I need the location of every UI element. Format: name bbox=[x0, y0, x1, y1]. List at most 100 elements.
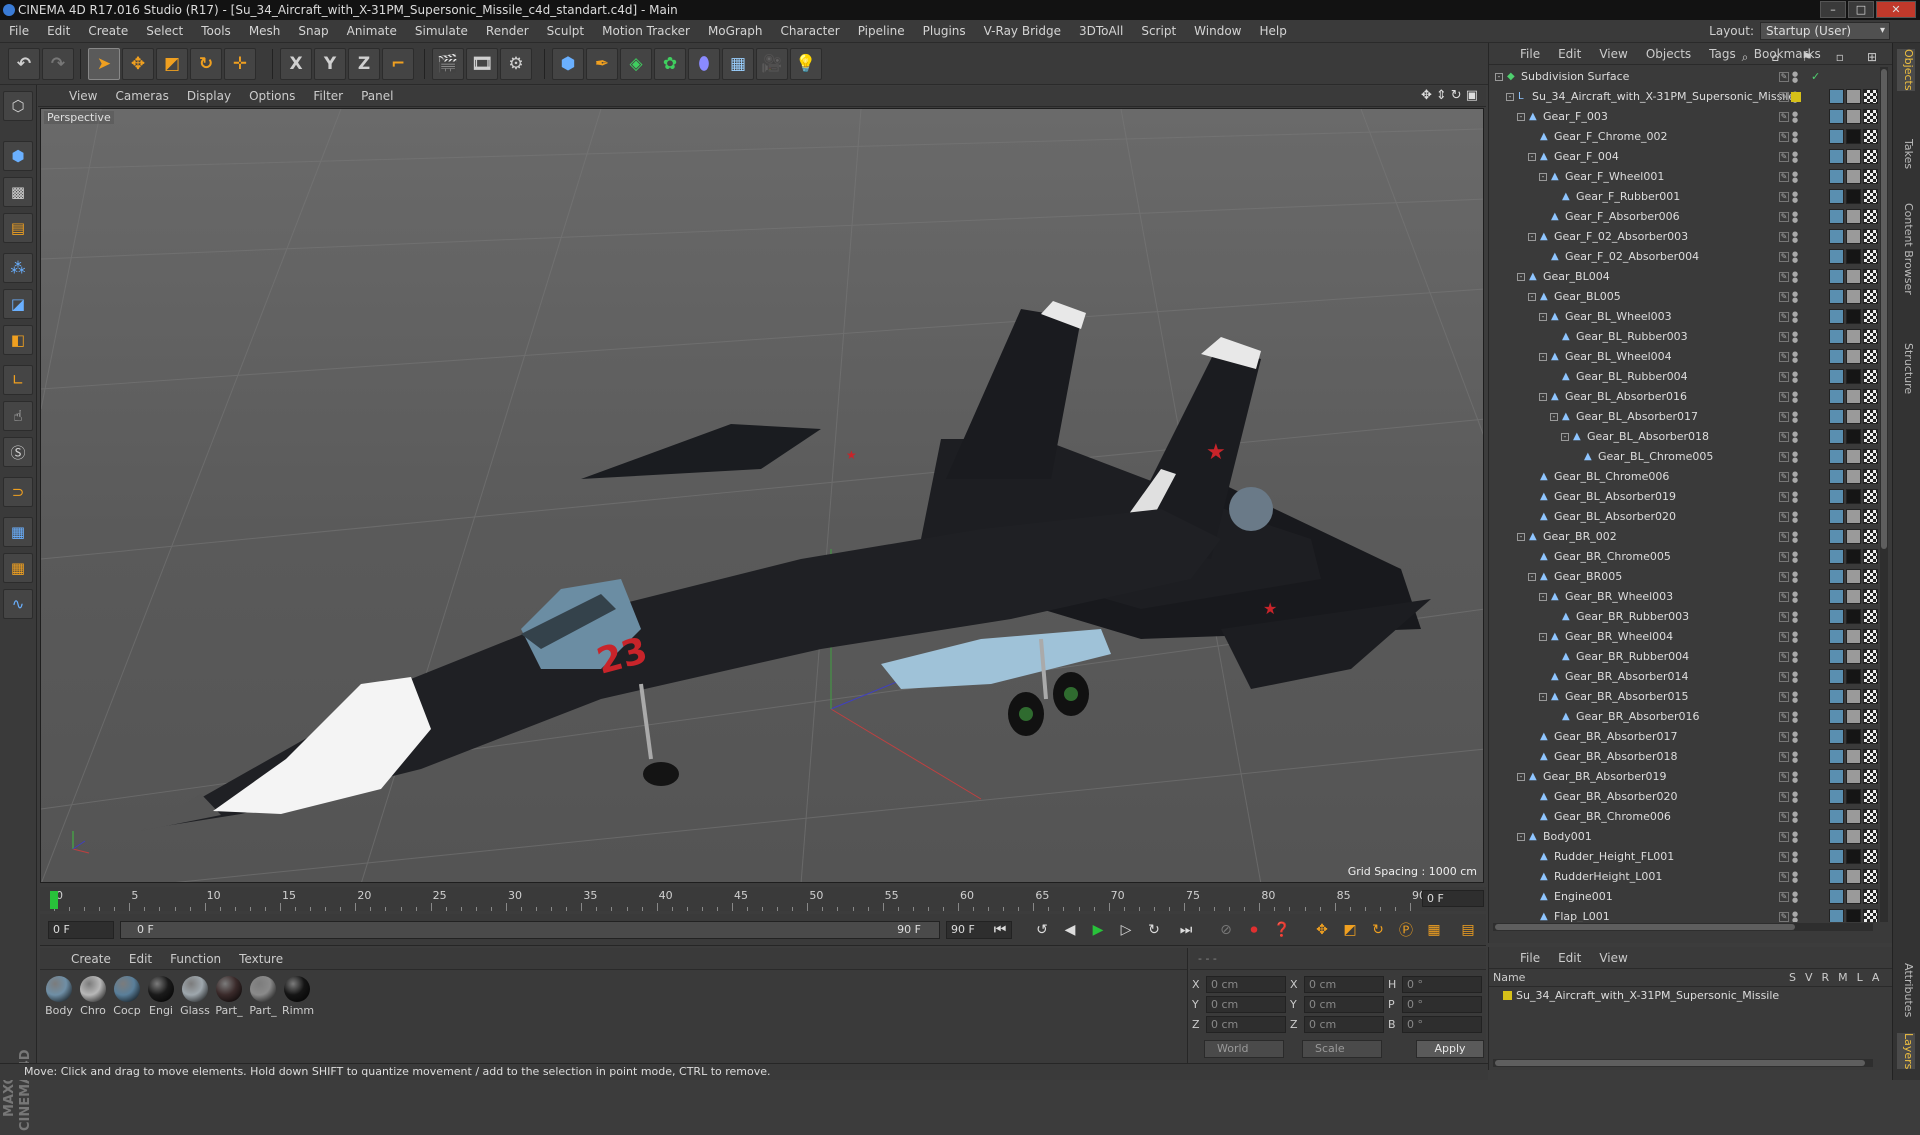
object-row[interactable]: ▲ Gear_BR_Absorber016 ✎ ● ● bbox=[1489, 707, 1879, 727]
phong-tag-icon[interactable] bbox=[1829, 809, 1844, 824]
edit-toggle-icon[interactable]: ✎ bbox=[1779, 652, 1789, 662]
checker-tag-icon[interactable] bbox=[1863, 629, 1878, 644]
menu-snap[interactable]: Snap bbox=[289, 20, 337, 43]
edit-toggle-icon[interactable]: ✎ bbox=[1779, 792, 1789, 802]
material-preview[interactable] bbox=[216, 976, 242, 1002]
apply-button[interactable]: Apply bbox=[1416, 1040, 1484, 1058]
go-to-start-button[interactable]: ⏮ bbox=[988, 919, 1012, 941]
object-visibility-toggles[interactable]: ✎● ● bbox=[1779, 247, 1798, 267]
object-row[interactable]: ▲ Gear_BL_Chrome006 ✎ ● ● bbox=[1489, 467, 1879, 487]
edit-toggle-icon[interactable]: ✎ bbox=[1779, 292, 1789, 302]
object-row[interactable]: - ▲ Gear_BL_Absorber016 ✎ ● ● bbox=[1489, 387, 1879, 407]
viewport-menu-filter[interactable]: Filter bbox=[304, 86, 352, 107]
checker-tag-icon[interactable] bbox=[1863, 909, 1878, 922]
material-tag-icon[interactable] bbox=[1846, 289, 1861, 304]
object-row[interactable]: ▲ Rudder_Height_FL001 ✎ ● ● bbox=[1489, 847, 1879, 867]
coord-b-field[interactable]: 0 cm bbox=[1304, 1016, 1384, 1033]
object-visibility-toggles[interactable]: ✎● ● bbox=[1779, 307, 1798, 327]
material-tag-icon[interactable] bbox=[1846, 129, 1861, 144]
menu-window[interactable]: Window bbox=[1185, 20, 1250, 43]
checker-tag-icon[interactable] bbox=[1863, 469, 1878, 484]
checker-tag-icon[interactable] bbox=[1863, 449, 1878, 464]
edit-toggle-icon[interactable]: ✎ bbox=[1779, 472, 1789, 482]
phong-tag-icon[interactable] bbox=[1829, 469, 1844, 484]
layer-scroll-thumb[interactable] bbox=[1495, 1060, 1865, 1066]
phong-tag-icon[interactable] bbox=[1829, 129, 1844, 144]
scroll-thumb-horizontal[interactable] bbox=[1495, 924, 1795, 930]
redo-button[interactable]: ↷ bbox=[42, 48, 74, 80]
visibility-dots-icon[interactable]: ● ● bbox=[1792, 511, 1798, 524]
object-row[interactable]: ▲ Gear_BR_Absorber014 ✎ ● ● bbox=[1489, 667, 1879, 687]
material-tag-icon[interactable] bbox=[1846, 149, 1861, 164]
object-row[interactable]: ▲ Gear_BR_Chrome006 ✎ ● ● bbox=[1489, 807, 1879, 827]
layer-column-a[interactable]: A bbox=[1872, 971, 1880, 984]
object-visibility-toggles[interactable]: ✎● ● bbox=[1779, 727, 1798, 747]
previous-key-button[interactable]: ↺ bbox=[1030, 919, 1054, 941]
previous-frame-button[interactable]: ◀ bbox=[1058, 919, 1082, 941]
object-row[interactable]: ▲ Gear_BR_Rubber004 ✎ ● ● bbox=[1489, 647, 1879, 667]
menu-simulate[interactable]: Simulate bbox=[406, 20, 477, 43]
edit-toggle-icon[interactable]: ✎ bbox=[1779, 352, 1789, 362]
edit-toggle-icon[interactable]: ✎ bbox=[1779, 872, 1789, 882]
object-row[interactable]: - ▲ Gear_BL_Wheel003 ✎ ● ● bbox=[1489, 307, 1879, 327]
visibility-dots-icon[interactable]: ● ● bbox=[1792, 111, 1798, 124]
search-icon[interactable]: ⌕ bbox=[1733, 46, 1758, 68]
tweak-mode-button[interactable]: ☝ bbox=[3, 401, 33, 431]
checker-tag-icon[interactable] bbox=[1863, 749, 1878, 764]
visibility-dots-icon[interactable]: ● ● bbox=[1792, 231, 1798, 244]
visibility-dots-icon[interactable]: ● ● bbox=[1792, 471, 1798, 484]
object-visibility-toggles[interactable]: ✎● ● bbox=[1779, 527, 1798, 547]
checker-tag-icon[interactable] bbox=[1863, 169, 1878, 184]
object-row[interactable]: ▲ RudderHeight_L001 ✎ ● ● bbox=[1489, 867, 1879, 887]
layer-column-l[interactable]: L bbox=[1857, 971, 1863, 984]
menu-mesh[interactable]: Mesh bbox=[240, 20, 290, 43]
expand-toggle-icon[interactable]: - bbox=[1517, 533, 1525, 541]
edit-toggle-icon[interactable]: ✎ bbox=[1779, 772, 1789, 782]
orbit-icon[interactable]: ↻ bbox=[1451, 88, 1462, 103]
checker-tag-icon[interactable] bbox=[1863, 869, 1878, 884]
checker-tag-icon[interactable] bbox=[1863, 769, 1878, 784]
current-frame-field[interactable]: 0 F bbox=[1422, 890, 1484, 907]
expand-toggle-icon[interactable]: - bbox=[1506, 93, 1514, 101]
maximize-button[interactable]: □ bbox=[1848, 1, 1874, 18]
layer-horizontal-scrollbar[interactable] bbox=[1493, 1059, 1873, 1067]
phong-tag-icon[interactable] bbox=[1829, 269, 1844, 284]
object-visibility-toggles[interactable]: ✎● ● bbox=[1779, 907, 1798, 922]
edit-toggle-icon[interactable]: ✎ bbox=[1779, 832, 1789, 842]
expand-toggle-icon[interactable]: - bbox=[1539, 593, 1547, 601]
visibility-dots-icon[interactable]: ● ● bbox=[1792, 831, 1798, 844]
light-button[interactable]: 💡 bbox=[790, 48, 822, 80]
menu-sculpt[interactable]: Sculpt bbox=[538, 20, 593, 43]
edit-toggle-icon[interactable]: ✎ bbox=[1779, 152, 1789, 162]
layer-column-v[interactable]: V bbox=[1805, 971, 1813, 984]
start-frame-field[interactable]: 0 F bbox=[48, 921, 114, 939]
object-row[interactable]: - L Su_34_Aircraft_with_X-31PM_Supersonic_… bbox=[1489, 87, 1879, 107]
material-item[interactable]: Part_ bbox=[248, 976, 278, 1017]
material-tag-icon[interactable] bbox=[1846, 389, 1861, 404]
object-row[interactable]: ▲ Gear_BL_Rubber003 ✎ ● ● bbox=[1489, 327, 1879, 347]
material-tag-icon[interactable] bbox=[1846, 509, 1861, 524]
object-visibility-toggles[interactable]: ✎● ● bbox=[1779, 467, 1798, 487]
expand-toggle-icon[interactable]: - bbox=[1539, 693, 1547, 701]
expand-toggle-icon[interactable]: - bbox=[1550, 413, 1558, 421]
checker-tag-icon[interactable] bbox=[1863, 889, 1878, 904]
phong-tag-icon[interactable] bbox=[1829, 389, 1844, 404]
object-row[interactable]: - ▲ Gear_BR_Wheel004 ✎ ● ● bbox=[1489, 627, 1879, 647]
menu-pipeline[interactable]: Pipeline bbox=[849, 20, 914, 43]
object-visibility-toggles[interactable]: ✎● ● bbox=[1779, 507, 1798, 527]
object-visibility-toggles[interactable]: ✎● ● bbox=[1779, 187, 1798, 207]
visibility-dots-icon[interactable]: ● ● bbox=[1792, 751, 1798, 764]
visibility-dots-icon[interactable]: ● ● bbox=[1792, 491, 1798, 504]
expand-toggle-icon[interactable]: - bbox=[1539, 393, 1547, 401]
scroll-thumb[interactable] bbox=[1881, 69, 1887, 549]
object-visibility-toggles[interactable]: ✎● ● bbox=[1779, 267, 1798, 287]
layer-column-m[interactable]: M bbox=[1838, 971, 1848, 984]
material-preview[interactable] bbox=[284, 976, 310, 1002]
frame-range-slider[interactable]: 0 F 90 F bbox=[120, 921, 940, 939]
new-window-icon[interactable]: ▫ bbox=[1827, 46, 1853, 68]
layer-column-r[interactable]: R bbox=[1822, 971, 1830, 984]
texture-mode-button[interactable]: ▩ bbox=[3, 177, 33, 207]
object-visibility-toggles[interactable]: ✎● ● bbox=[1779, 707, 1798, 727]
visibility-dots-icon[interactable]: ● ● bbox=[1792, 611, 1798, 624]
material-tag-icon[interactable] bbox=[1846, 369, 1861, 384]
